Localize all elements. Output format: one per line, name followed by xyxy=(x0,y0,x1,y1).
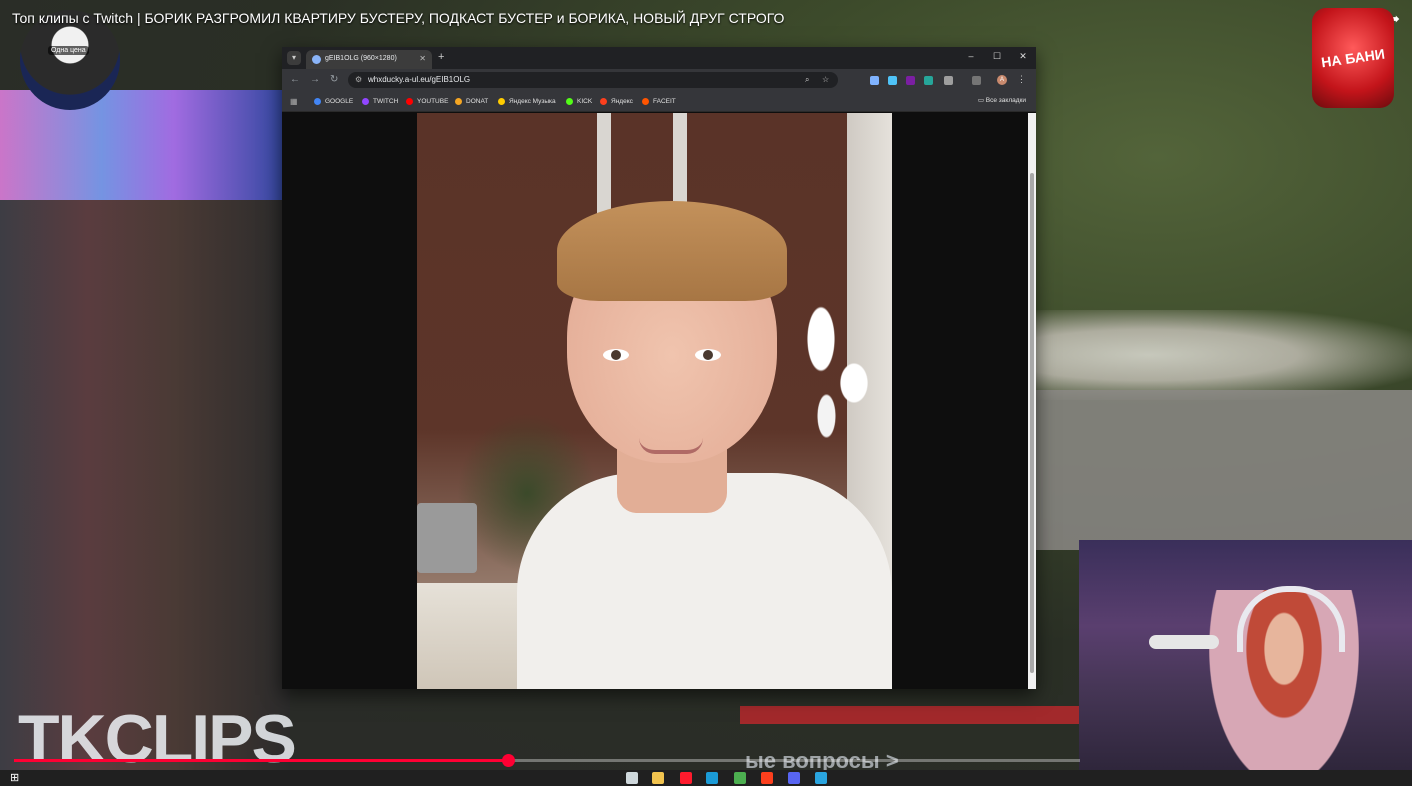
bookmark-label: YOUTUBE xyxy=(417,98,449,105)
right-eye xyxy=(695,349,721,361)
bookmark-star-icon[interactable]: ☆ xyxy=(822,75,829,84)
address-bar[interactable]: ⚙ whxducky.a-ul.eu/gEIB1OLG ⌕ ☆ xyxy=(348,72,838,88)
bookmark-label: TWITCH xyxy=(373,98,399,105)
bookmark-kick[interactable]: KICK xyxy=(566,96,592,107)
discord-icon[interactable] xyxy=(788,772,800,784)
tab-close-icon[interactable]: ✕ xyxy=(419,54,426,63)
windows-start-icon[interactable]: ⊞ xyxy=(10,773,20,784)
site-info-icon[interactable]: ⚙ xyxy=(355,75,364,84)
white-rocks xyxy=(1036,310,1412,400)
reload-button[interactable]: ↻ xyxy=(330,74,338,85)
close-button[interactable]: ✕ xyxy=(1017,51,1029,62)
bookmark-yandex[interactable]: Яндекс xyxy=(600,96,633,107)
extension-4-icon[interactable] xyxy=(924,76,933,85)
zoom-icon[interactable]: ⌕ xyxy=(805,75,809,85)
neon-lights xyxy=(0,90,290,200)
planter-wall xyxy=(1036,390,1412,550)
back-button[interactable]: ← xyxy=(290,74,300,85)
bookmark-faceit[interactable]: FACEIT xyxy=(642,96,676,107)
scroll-thumb[interactable] xyxy=(1030,173,1034,673)
yandex-browser-icon[interactable] xyxy=(761,772,773,784)
extensions-puzzle-icon[interactable] xyxy=(944,76,953,85)
bookmark-donat[interactable]: DONAT xyxy=(455,96,488,107)
all-bookmarks-button[interactable]: ▭ Все закладки xyxy=(978,96,1026,104)
tab-title: gEIB1OLG (960×1280) xyxy=(325,55,397,62)
twitch-icon xyxy=(362,98,369,105)
yandex-icon xyxy=(600,98,607,105)
folder-icon: ▭ xyxy=(977,97,986,104)
bookmark-google[interactable]: GOOGLE xyxy=(314,96,353,107)
page-viewport xyxy=(282,113,1028,689)
extension-1-icon[interactable] xyxy=(870,76,879,85)
faceit-icon xyxy=(642,98,649,105)
orchid-flowers xyxy=(777,273,887,493)
yandex-music-icon xyxy=(498,98,505,105)
video-progress-bar[interactable] xyxy=(14,754,1080,767)
browser-toolbar: ← → ↻ ⚙ whxducky.a-ul.eu/gEIB1OLG ⌕ ☆ A … xyxy=(282,69,1036,91)
smile xyxy=(639,438,703,454)
bookmark-label: Яндекс xyxy=(611,98,633,105)
forward-button[interactable]: → xyxy=(310,74,320,85)
tab-favicon-icon xyxy=(312,55,321,64)
microphone xyxy=(1149,635,1219,649)
progress-fill xyxy=(14,759,508,762)
task-view-icon[interactable] xyxy=(626,772,638,784)
bookmark-label: KICK xyxy=(577,98,593,105)
extension-2-icon[interactable] xyxy=(888,76,897,85)
channel-logo: НА БАНИ xyxy=(1312,8,1394,108)
opera-icon[interactable] xyxy=(680,772,692,784)
url-text: whxducky.a-ul.eu/gEIB1OLG xyxy=(368,75,471,84)
scrubber-handle[interactable] xyxy=(501,754,515,767)
selfie-image[interactable] xyxy=(417,113,892,689)
apps-grid-icon[interactable]: ▦ xyxy=(290,97,298,106)
red-caption-bar xyxy=(740,706,1080,724)
google-icon xyxy=(314,98,321,105)
telegram-icon[interactable] xyxy=(815,772,827,784)
kick-icon xyxy=(566,98,573,105)
flower-pot xyxy=(417,503,477,573)
avatar-badge: Одна цена xyxy=(48,46,89,55)
bookmarks-bar: ▦ GOOGLE TWITCH YOUTUBE DONAT Яндекс Муз… xyxy=(282,91,1036,112)
extension-3-icon[interactable] xyxy=(906,76,915,85)
steam-icon[interactable] xyxy=(706,772,718,784)
bookmark-label: Яндекс Музыка xyxy=(509,98,556,105)
menu-icon[interactable]: ⋮ xyxy=(1017,74,1026,85)
video-title[interactable]: Топ клипы с Twitch | БОРИК РАЗГРОМИЛ КВА… xyxy=(12,10,784,26)
new-tab-button[interactable]: + xyxy=(438,51,444,63)
bookmark-label: FACEIT xyxy=(653,98,676,105)
minimize-button[interactable]: – xyxy=(965,51,977,61)
bookmark-yandex-music[interactable]: Яндекс Музыка xyxy=(498,96,556,107)
all-bookmarks-label: Все закладки xyxy=(985,97,1026,104)
channel-logo-text: НА БАНИ xyxy=(1320,45,1386,71)
tab-strip: ▾ gEIB1OLG (960×1280) ✕ + – ☐ ✕ xyxy=(282,47,1036,69)
chrome-icon[interactable] xyxy=(734,772,746,784)
profile-avatar[interactable]: A xyxy=(997,75,1007,85)
windows-taskbar: ⊞ xyxy=(0,770,1412,786)
left-eye xyxy=(603,349,629,361)
youtube-icon xyxy=(406,98,413,105)
hair xyxy=(557,201,787,301)
maximize-button[interactable]: ☐ xyxy=(991,51,1003,62)
bookmark-twitch[interactable]: TWITCH xyxy=(362,96,398,107)
browser-window: ▾ gEIB1OLG (960×1280) ✕ + – ☐ ✕ ← → ↻ ⚙ … xyxy=(282,47,1036,689)
tab-search-button[interactable]: ▾ xyxy=(287,51,301,65)
tab-image[interactable]: gEIB1OLG (960×1280) ✕ xyxy=(306,50,432,69)
file-explorer-icon[interactable] xyxy=(652,772,664,784)
page-scrollbar[interactable] xyxy=(1028,113,1036,689)
tkclips-watermark: TKCLIPS xyxy=(18,701,297,777)
donat-icon xyxy=(455,98,462,105)
bookmark-label: GOOGLE xyxy=(325,98,354,105)
streamer-webcam xyxy=(1079,540,1412,786)
bookmark-youtube[interactable]: YOUTUBE xyxy=(406,96,448,107)
cast-icon[interactable] xyxy=(972,76,981,85)
bookmark-label: DONAT xyxy=(466,98,489,105)
